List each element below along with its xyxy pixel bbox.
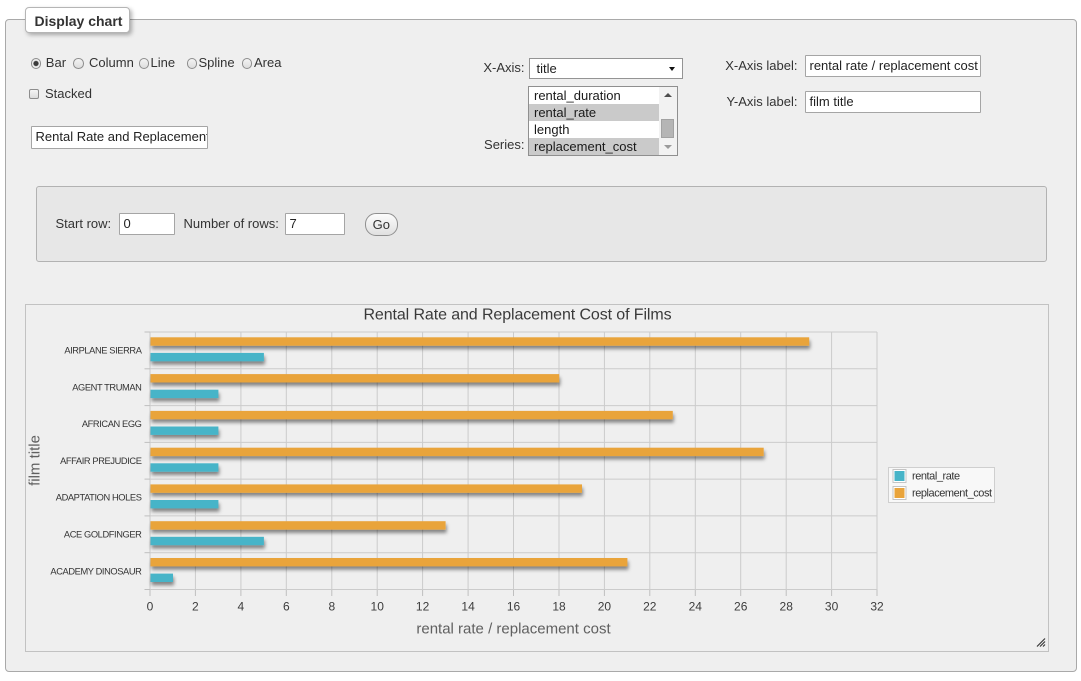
svg-text:replacement_cost: replacement_cost xyxy=(912,487,992,499)
svg-text:ACADEMY DINOSAUR: ACADEMY DINOSAUR xyxy=(50,566,142,576)
svg-text:24: 24 xyxy=(688,599,702,613)
svg-text:4: 4 xyxy=(237,599,244,613)
svg-text:30: 30 xyxy=(824,599,838,613)
svg-text:10: 10 xyxy=(370,599,384,613)
svg-text:16: 16 xyxy=(506,599,520,613)
svg-text:AIRPLANE SIERRA: AIRPLANE SIERRA xyxy=(64,345,142,355)
svg-text:2: 2 xyxy=(192,599,199,613)
svg-text:20: 20 xyxy=(597,599,611,613)
svg-text:22: 22 xyxy=(643,599,657,613)
svg-text:0: 0 xyxy=(146,599,153,613)
svg-text:AGENT TRUMAN: AGENT TRUMAN xyxy=(72,382,141,392)
svg-text:26: 26 xyxy=(734,599,748,613)
svg-text:6: 6 xyxy=(282,599,289,613)
svg-text:ACE GOLDFINGER: ACE GOLDFINGER xyxy=(63,529,141,539)
svg-text:rental rate / replacement cost: rental rate / replacement cost xyxy=(416,620,611,637)
svg-text:ADAPTATION HOLES: ADAPTATION HOLES xyxy=(55,492,141,502)
svg-text:28: 28 xyxy=(779,599,793,613)
svg-text:Rental Rate and Replacement Co: Rental Rate and Replacement Cost of Film… xyxy=(363,306,671,323)
svg-text:film title: film title xyxy=(26,435,43,486)
svg-text:rental_rate: rental_rate xyxy=(912,470,960,482)
svg-text:12: 12 xyxy=(415,599,429,613)
svg-text:14: 14 xyxy=(461,599,475,613)
svg-text:8: 8 xyxy=(328,599,335,613)
svg-text:32: 32 xyxy=(870,599,884,613)
svg-text:AFRICAN EGG: AFRICAN EGG xyxy=(81,419,141,429)
svg-text:AFFAIR PREJUDICE: AFFAIR PREJUDICE xyxy=(60,456,142,466)
svg-text:18: 18 xyxy=(552,599,566,613)
